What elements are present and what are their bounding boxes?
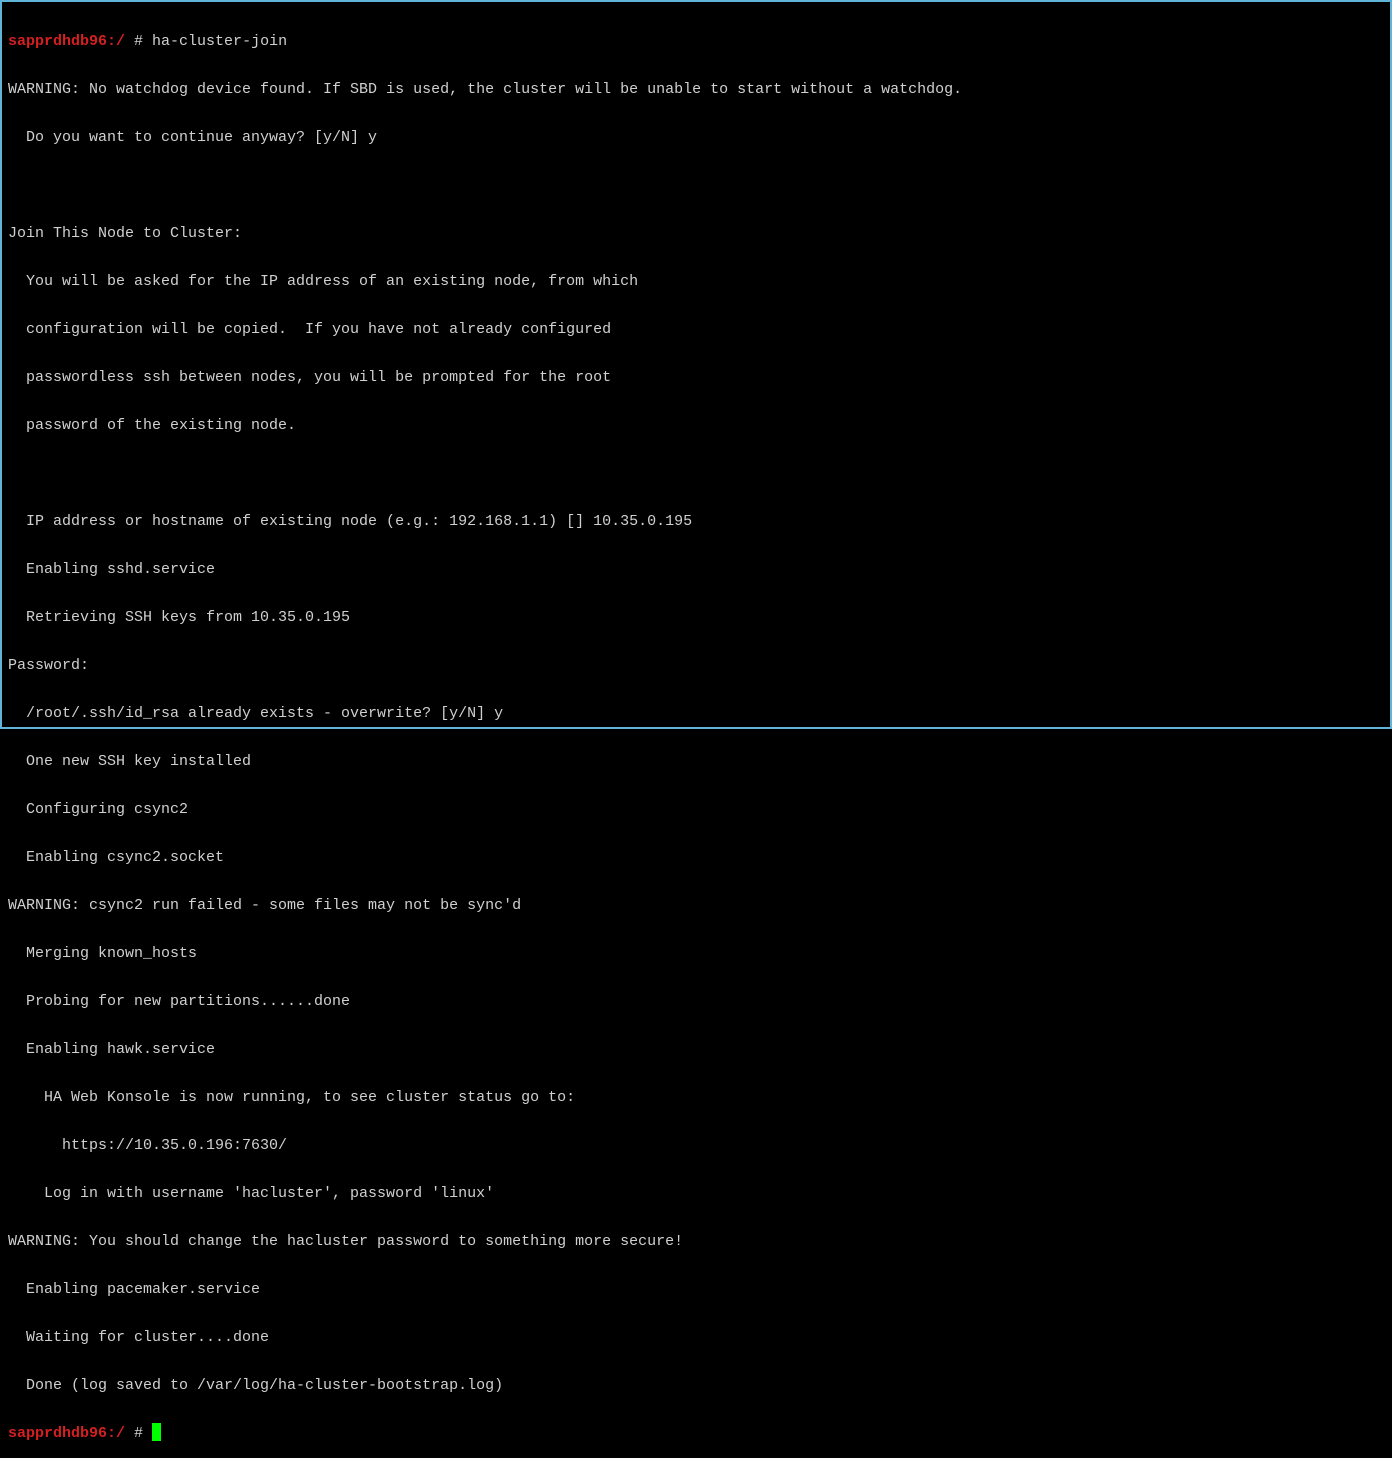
output-line: Retrieving SSH keys from 10.35.0.195 <box>8 606 1384 630</box>
output-line: WARNING: You should change the hacluster… <box>8 1230 1384 1254</box>
output-line: Do you want to continue anyway? [y/N] y <box>8 126 1384 150</box>
output-line: Waiting for cluster....done <box>8 1326 1384 1350</box>
output-line: passwordless ssh between nodes, you will… <box>8 366 1384 390</box>
output-line: password of the existing node. <box>8 414 1384 438</box>
output-line: WARNING: csync2 run failed - some files … <box>8 894 1384 918</box>
output-line: https://10.35.0.196:7630/ <box>8 1134 1384 1158</box>
prompt-hash: # <box>134 33 143 50</box>
output-line: Password: <box>8 654 1384 678</box>
output-line: HA Web Konsole is now running, to see cl… <box>8 1086 1384 1110</box>
output-line <box>8 174 1384 198</box>
shell-prompt: sapprdhdb96:/ <box>8 33 134 50</box>
output-line: Done (log saved to /var/log/ha-cluster-b… <box>8 1374 1384 1398</box>
output-line: One new SSH key installed <box>8 750 1384 774</box>
command-line-2[interactable]: sapprdhdb96:/ # <box>8 1422 1384 1446</box>
output-line: Enabling csync2.socket <box>8 846 1384 870</box>
entered-command: ha-cluster-join <box>143 33 287 50</box>
output-line: configuration will be copied. If you hav… <box>8 318 1384 342</box>
output-line: /root/.ssh/id_rsa already exists - overw… <box>8 702 1384 726</box>
terminal-window[interactable]: sapprdhdb96:/ # ha-cluster-join WARNING:… <box>2 2 1390 1458</box>
cursor-icon <box>152 1423 161 1441</box>
output-line: WARNING: No watchdog device found. If SB… <box>8 78 1384 102</box>
prompt-hash: # <box>134 1425 143 1442</box>
output-line: You will be asked for the IP address of … <box>8 270 1384 294</box>
output-line: Probing for new partitions......done <box>8 990 1384 1014</box>
output-line: Join This Node to Cluster: <box>8 222 1384 246</box>
command-line-1: sapprdhdb96:/ # ha-cluster-join <box>8 30 1384 54</box>
output-line: Enabling pacemaker.service <box>8 1278 1384 1302</box>
output-line: Enabling sshd.service <box>8 558 1384 582</box>
output-line <box>8 462 1384 486</box>
output-line: IP address or hostname of existing node … <box>8 510 1384 534</box>
output-line: Configuring csync2 <box>8 798 1384 822</box>
output-line: Enabling hawk.service <box>8 1038 1384 1062</box>
output-line: Merging known_hosts <box>8 942 1384 966</box>
shell-prompt: sapprdhdb96:/ <box>8 1425 134 1442</box>
output-line: Log in with username 'hacluster', passwo… <box>8 1182 1384 1206</box>
